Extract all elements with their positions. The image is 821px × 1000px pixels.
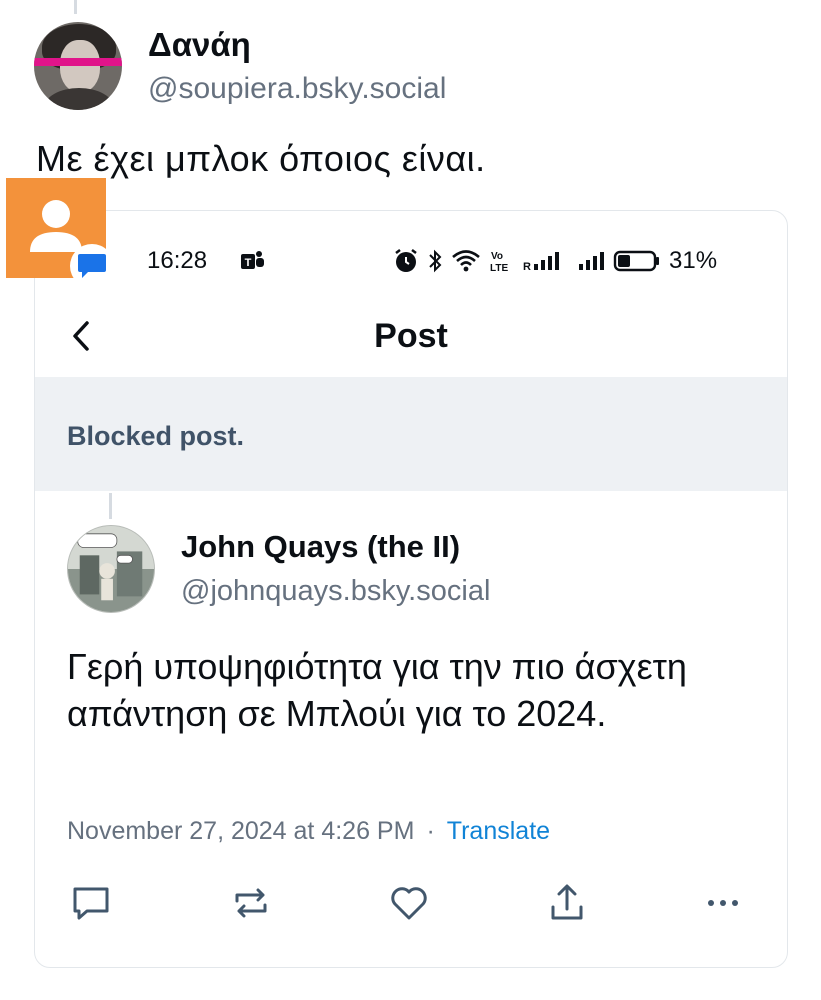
author-name[interactable]: Δανάη: [148, 26, 251, 64]
messages-icon: [70, 244, 114, 288]
more-icon[interactable]: [701, 881, 745, 925]
svg-text:Vo: Vo: [491, 251, 503, 262]
quoted-author-avatar[interactable]: [67, 525, 155, 613]
signal-icon: R: [523, 252, 559, 273]
battery-percent: 31%: [669, 247, 718, 274]
quoted-post-text: Γερή υποψηφιότητα για την πιο άσχετη απά…: [67, 646, 687, 734]
post-meta: November 27, 2024 at 4:26 PM · Translate: [67, 817, 550, 846]
phone-status-bar: 16:28 T Vo LTE R 31%: [35, 211, 787, 305]
author-handle[interactable]: @soupiera.bsky.social: [148, 72, 446, 106]
blocked-post-banner: Blocked post.: [35, 377, 787, 491]
post-nav-header: Post: [35, 305, 787, 377]
repost-icon[interactable]: [229, 881, 273, 925]
nav-title: Post: [374, 317, 448, 355]
teams-icon: T: [241, 251, 264, 269]
embedded-screenshot[interactable]: 16:28 T Vo LTE R 31% Post Blocked post. …: [34, 210, 788, 968]
meta-separator: ·: [426, 817, 435, 845]
svg-text:LTE: LTE: [490, 263, 508, 274]
post-text: Με έχει μπλοκ όποιος είναι.: [36, 138, 486, 179]
svg-text:R: R: [523, 261, 531, 273]
volte-icon: Vo LTE: [490, 251, 508, 274]
thread-line: [74, 0, 77, 14]
thread-line: [109, 493, 112, 519]
battery-icon: [613, 250, 659, 272]
post-page: Δανάη @soupiera.bsky.social Με έχει μπλο…: [0, 0, 821, 1000]
blocked-post-label: Blocked post.: [67, 421, 245, 451]
like-icon[interactable]: [387, 881, 431, 925]
post-date: November 27, 2024 at 4:26 PM: [67, 817, 415, 845]
alarm-icon: [395, 249, 417, 272]
wifi-icon: [452, 250, 480, 272]
post-actions: [35, 881, 787, 931]
svg-text:T: T: [245, 257, 252, 269]
author-avatar[interactable]: [34, 22, 122, 110]
status-time: 16:28: [147, 247, 208, 274]
quoted-author-name[interactable]: John Quays (the II): [181, 529, 460, 565]
share-icon[interactable]: [545, 881, 589, 925]
quoted-author-handle[interactable]: @johnquays.bsky.social: [181, 575, 490, 608]
bluetooth-icon: [429, 249, 442, 273]
status-icons: Vo LTE R 31%: [393, 247, 717, 275]
signal-icon-2: [579, 252, 604, 270]
reply-icon[interactable]: [69, 881, 113, 925]
translate-link[interactable]: Translate: [447, 817, 550, 845]
